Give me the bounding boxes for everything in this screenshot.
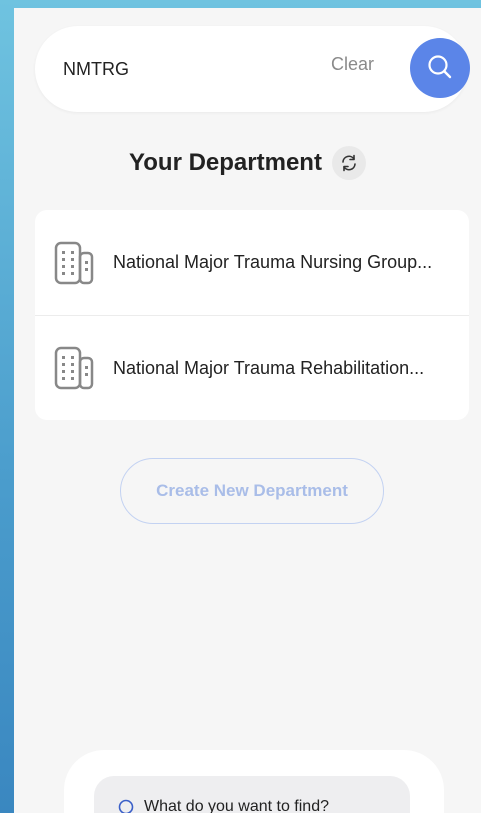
- create-department-button[interactable]: Create New Department: [120, 458, 384, 524]
- search-icon: [428, 55, 452, 79]
- clear-button[interactable]: Clear: [331, 54, 374, 75]
- page-title: Your Department: [129, 149, 322, 176]
- search-icon: [118, 799, 134, 813]
- list-item[interactable]: National Major Trauma Rehabilitation...: [35, 315, 469, 420]
- app-screen: Clear Your Department: [14, 8, 481, 813]
- department-list: National Major Trauma Nursing Group... N…: [35, 210, 469, 420]
- building-icon: [54, 346, 94, 390]
- search-bar: Clear: [35, 26, 470, 112]
- bottom-sheet: [64, 750, 444, 813]
- department-heading: Your Department: [14, 146, 481, 180]
- find-input[interactable]: [144, 798, 404, 813]
- department-name: National Major Trauma Nursing Group...: [113, 252, 433, 272]
- building-icon: [54, 241, 94, 284]
- list-item[interactable]: National Major Trauma Nursing Group...: [35, 210, 469, 315]
- department-name: National Major Trauma Rehabilitation...: [113, 357, 425, 378]
- refresh-icon: [342, 154, 356, 172]
- search-button[interactable]: [410, 38, 470, 98]
- refresh-button[interactable]: [331, 146, 366, 180]
- find-field[interactable]: [94, 776, 410, 813]
- search-input[interactable]: [63, 26, 323, 112]
